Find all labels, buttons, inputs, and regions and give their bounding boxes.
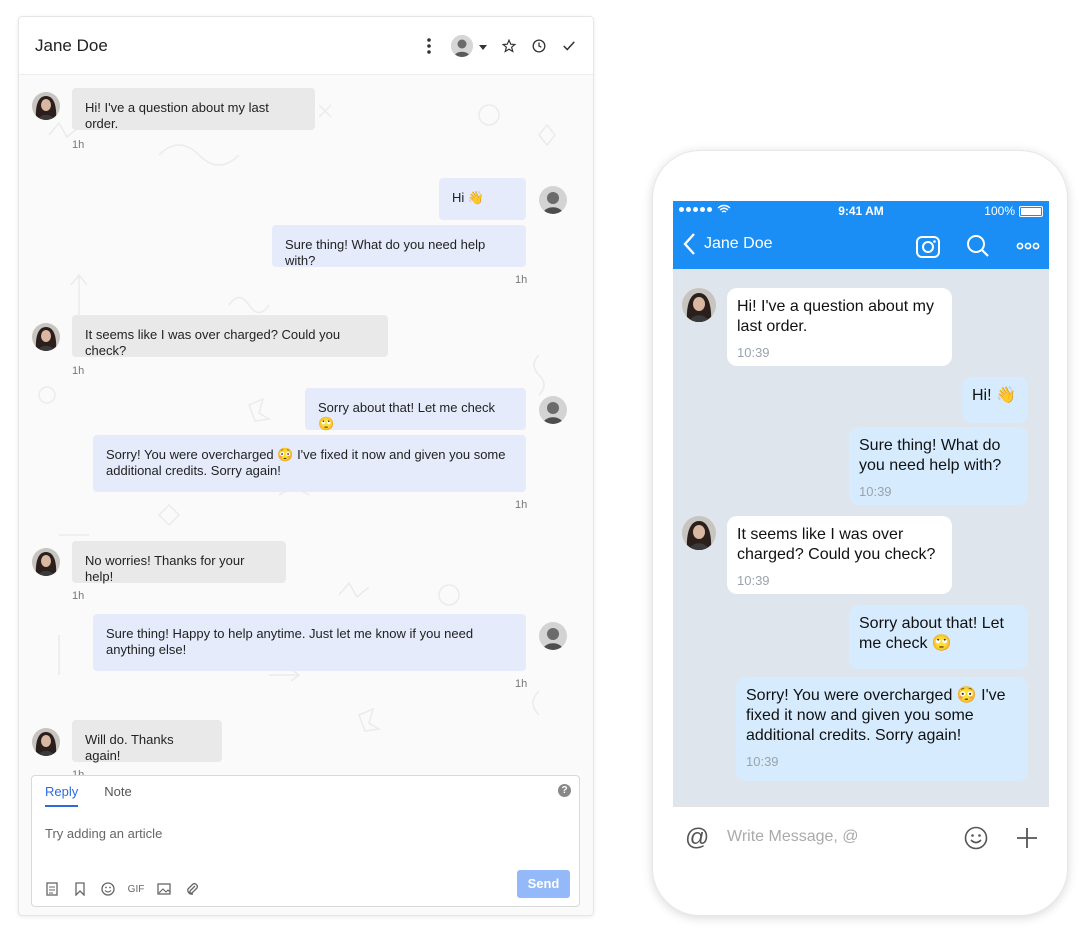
send-button[interactable]: Send [517, 870, 570, 898]
message-time: 10:39 [859, 484, 892, 499]
message-bubble: Hi 👋 [439, 178, 526, 220]
customer-avatar [682, 516, 716, 550]
message-time: 10:39 [746, 754, 779, 769]
customer-avatar [32, 92, 60, 120]
mention-button[interactable]: @ [685, 824, 709, 852]
message-bubble: Sure thing! Happy to help anytime. Just … [93, 614, 526, 671]
message-time: 10:39 [737, 345, 770, 360]
phone-title: Jane Doe [704, 235, 773, 252]
assignee-dropdown[interactable] [451, 34, 487, 57]
conversation-header: Jane Doe [19, 17, 593, 75]
search-icon[interactable] [965, 233, 991, 259]
message-text: Sorry! You were overcharged 😳 I've fixed… [746, 687, 1006, 744]
battery-percent: 100% [984, 204, 1015, 218]
clock-icon[interactable] [531, 38, 547, 54]
customer-avatar [682, 288, 716, 322]
message-time: 1h [515, 499, 528, 511]
gif-button[interactable]: GIF [128, 882, 145, 896]
more-vertical-icon[interactable] [421, 37, 437, 54]
message-time: 1h [515, 274, 528, 286]
customer-avatar [32, 323, 60, 351]
message-input[interactable]: Write Message, @ [727, 828, 859, 846]
message-bubble: It seems like I was over charged? Could … [727, 516, 952, 594]
agent-avatar [451, 34, 473, 57]
message-text: Sure thing! What do you need help with? [859, 437, 1002, 474]
message-bubble: Hi! 👋 [962, 377, 1028, 423]
tab-note[interactable]: Note [104, 784, 131, 807]
message-bubble: Sorry about that! Let me check 🙄 [849, 605, 1028, 669]
message-bubble: It seems like I was over charged? Could … [72, 315, 388, 358]
message-bubble: Hi! I've a question about my last order. [72, 88, 315, 131]
emoji-icon[interactable] [964, 826, 988, 850]
message-time: 1h [72, 139, 85, 151]
message-bubble: Sorry! You were overcharged 😳 I've fixed… [736, 677, 1028, 781]
customer-avatar [32, 728, 60, 756]
phone-composer: @ Write Message, @ [673, 806, 1049, 869]
message-bubble: Hi! I've a question about my last order.… [727, 288, 952, 366]
message-text: Sorry about that! Let me check 🙄 [859, 615, 1004, 652]
message-text: It seems like I was over charged? Could … [737, 526, 936, 563]
camera-icon[interactable] [915, 233, 941, 259]
message-text: Hi! I've a question about my last order. [737, 298, 934, 335]
agent-avatar [539, 186, 567, 214]
phone-screen: 9:41 AM 100% Jane Doe Hi! I've a questio… [673, 201, 1049, 869]
message-time: 10:39 [737, 573, 770, 588]
desktop-chat-panel: Jane Doe Hi! I've a question about my la… [18, 16, 594, 916]
emoji-icon[interactable] [101, 882, 115, 896]
message-thread: Hi! I've a question about my last order.… [19, 75, 593, 781]
message-time: 1h [72, 590, 85, 602]
bookmark-icon[interactable] [73, 882, 87, 896]
message-bubble: Sorry about that! Let me check 🙄 [305, 388, 526, 431]
customer-avatar [32, 548, 60, 576]
article-icon[interactable] [45, 882, 59, 896]
phone-nav-bar: Jane Doe [673, 221, 1049, 269]
reply-composer: Reply Note ? Try adding an article GIF S… [31, 775, 580, 907]
help-icon[interactable]: ? [558, 784, 571, 797]
message-bubble: No worries! Thanks for your help! [72, 541, 286, 584]
reply-input[interactable]: Try adding an article [45, 826, 162, 841]
tab-reply[interactable]: Reply [45, 784, 79, 807]
agent-avatar [539, 396, 567, 424]
phone-frame: 9:41 AM 100% Jane Doe Hi! I've a questio… [652, 150, 1068, 916]
plus-icon[interactable] [1015, 826, 1039, 850]
agent-avatar [539, 622, 567, 650]
message-text: Hi! 👋 [972, 387, 1016, 404]
message-bubble: Will do. Thanks again! [72, 720, 222, 763]
star-icon[interactable] [501, 38, 517, 54]
more-horizontal-icon[interactable] [1015, 233, 1041, 259]
message-bubble: Sorry! You were overcharged 😳 I've fixed… [93, 435, 526, 492]
status-bar: 9:41 AM 100% [673, 201, 1049, 221]
message-time: 1h [72, 365, 85, 377]
conversation-title: Jane Doe [35, 35, 108, 55]
attachment-icon[interactable] [185, 882, 199, 896]
message-bubble: Sure thing! What do you need help with? [272, 225, 526, 268]
back-icon[interactable] [681, 231, 699, 257]
check-icon[interactable] [561, 38, 577, 54]
message-time: 1h [515, 678, 528, 690]
chevron-down-icon [479, 37, 487, 55]
message-bubble: Sure thing! What do you need help with? … [849, 427, 1028, 505]
image-icon[interactable] [157, 882, 171, 896]
battery-icon [1019, 205, 1043, 217]
